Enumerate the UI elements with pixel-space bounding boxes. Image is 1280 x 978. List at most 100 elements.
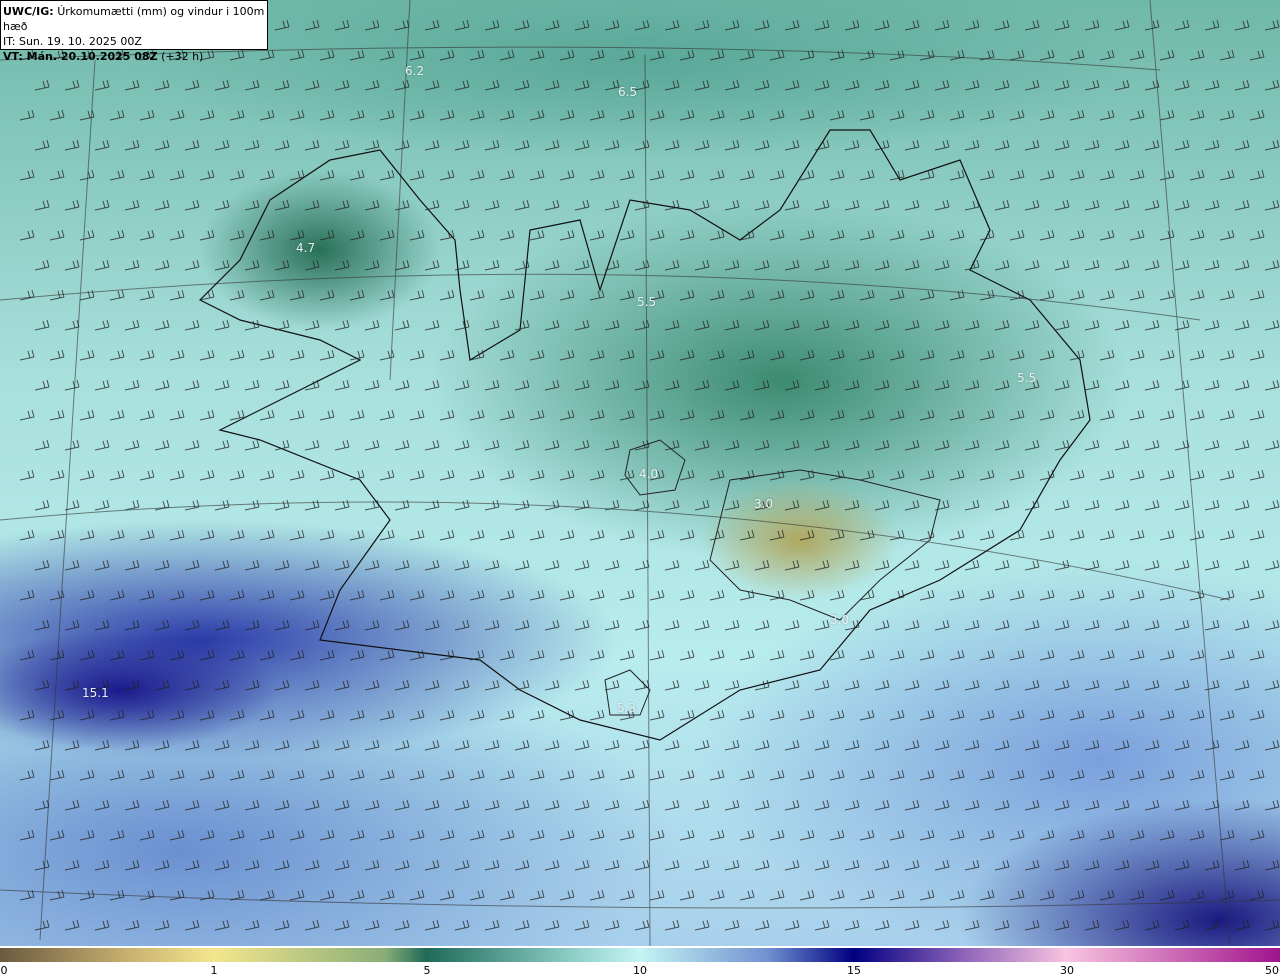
wind-barb (949, 769, 965, 781)
wind-barb (394, 739, 410, 751)
wind-barb (709, 409, 725, 421)
wind-barb (19, 289, 35, 301)
wind-barb (34, 79, 50, 91)
wind-barb (694, 139, 710, 151)
wind-barb (1264, 799, 1280, 811)
wind-barb (94, 559, 110, 571)
wind-barb (634, 19, 650, 31)
wind-barb (979, 409, 995, 421)
wind-barb (709, 109, 725, 121)
wind-barb (1009, 109, 1025, 121)
wind-barb (409, 829, 425, 841)
wind-barb (829, 529, 845, 541)
wind-barb (604, 79, 620, 91)
wind-barb (94, 499, 110, 511)
wind-barb (604, 679, 620, 691)
wind-barb (1204, 319, 1220, 331)
wind-barb (199, 769, 215, 781)
wind-barb (1009, 709, 1025, 721)
wind-barb (934, 679, 950, 691)
wind-barb (679, 169, 695, 181)
wind-barb (109, 349, 125, 361)
wind-barb (1234, 439, 1250, 451)
wind-barb (1069, 469, 1085, 481)
wind-barb (529, 49, 545, 61)
wind-barb (439, 469, 455, 481)
wind-barb (724, 799, 740, 811)
wind-barb (364, 259, 380, 271)
wind-barb (634, 79, 650, 91)
wind-barb (589, 529, 605, 541)
wind-barb (589, 469, 605, 481)
wind-barb (589, 169, 605, 181)
wind-barb (679, 709, 695, 721)
wind-barb (529, 889, 545, 901)
wind-barb (124, 739, 140, 751)
wind-barb (844, 859, 860, 871)
wind-barb (34, 259, 50, 271)
wind-barb (694, 199, 710, 211)
wind-barb (1159, 169, 1175, 181)
wind-barb (694, 439, 710, 451)
wind-barb (1174, 679, 1190, 691)
wind-barb (829, 769, 845, 781)
wind-barb (274, 499, 290, 511)
wind-barb (229, 289, 245, 301)
wind-barb (334, 199, 350, 211)
wind-barb (1009, 589, 1025, 601)
wind-barb (259, 529, 275, 541)
wind-barb (169, 709, 185, 721)
wind-barb (1189, 49, 1205, 61)
wind-barb (199, 109, 215, 121)
wind-barb (289, 49, 305, 61)
wind-barb (769, 709, 785, 721)
wind-barb (1099, 349, 1115, 361)
wind-barb (1129, 529, 1145, 541)
wind-barb (619, 169, 635, 181)
wind-barb (109, 469, 125, 481)
wind-barb (1264, 679, 1280, 691)
wind-barb (964, 19, 980, 31)
wind-barb (1174, 919, 1190, 931)
wind-barb (634, 619, 650, 631)
wind-barb (799, 649, 815, 661)
wind-barb (1069, 649, 1085, 661)
wind-barb (1234, 859, 1250, 871)
wind-barb (634, 259, 650, 271)
wind-barb (1249, 769, 1265, 781)
wind-barb (664, 799, 680, 811)
wind-barb (1069, 709, 1085, 721)
wind-barb (649, 409, 665, 421)
wind-barb (424, 859, 440, 871)
wind-barb (1219, 529, 1235, 541)
wind-barb (274, 559, 290, 571)
wind-barb (439, 769, 455, 781)
wind-barb (439, 169, 455, 181)
wind-barb (349, 829, 365, 841)
wind-barb (1024, 799, 1040, 811)
colorbar-tick: 30 (1060, 964, 1074, 977)
wind-barb (739, 529, 755, 541)
wind-barb (139, 649, 155, 661)
wind-barb (934, 619, 950, 631)
wind-barb (784, 619, 800, 631)
wind-barb (1189, 769, 1205, 781)
wind-barb (1144, 199, 1160, 211)
wind-barb (1144, 499, 1160, 511)
wind-barb (1024, 439, 1040, 451)
wind-barb (244, 439, 260, 451)
wind-barb (334, 319, 350, 331)
map-value-label: 5.5 (1017, 371, 1037, 385)
wind-barb (1069, 109, 1085, 121)
wind-barb (274, 679, 290, 691)
wind-barb (619, 649, 635, 661)
wind-barb (844, 499, 860, 511)
wind-barb (1009, 229, 1025, 241)
wind-barb (1054, 79, 1070, 91)
wind-barb (1264, 439, 1280, 451)
wind-barb (769, 169, 785, 181)
wind-barb (694, 19, 710, 31)
wind-barb (1234, 799, 1250, 811)
wind-barb (559, 289, 575, 301)
wind-barb (484, 739, 500, 751)
